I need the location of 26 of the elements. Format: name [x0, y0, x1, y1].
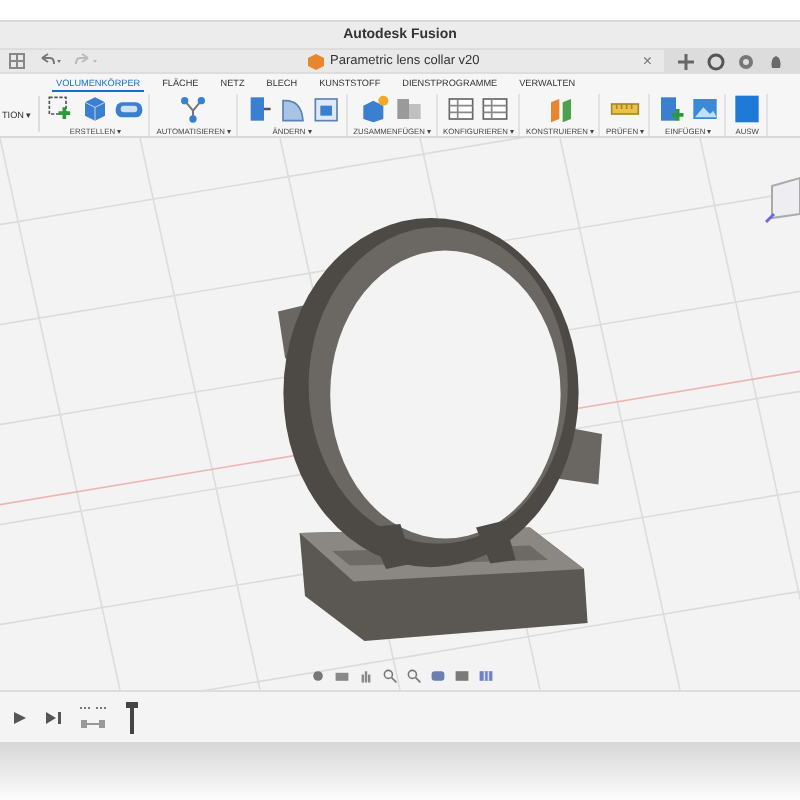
blocks-icon[interactable]	[394, 93, 425, 123]
insert-icon[interactable]	[656, 93, 687, 123]
table-icon[interactable]	[480, 93, 511, 123]
image-icon[interactable]	[690, 93, 721, 123]
panel-icon[interactable]	[732, 93, 763, 123]
display-icon[interactable]	[430, 668, 446, 684]
refresh-icon[interactable]	[706, 51, 726, 71]
plus-icon[interactable]	[676, 51, 696, 71]
bell-icon[interactable]	[766, 51, 786, 71]
close-button[interactable]: ×	[642, 52, 652, 70]
view-cube-icon[interactable]	[764, 174, 800, 226]
table-icon[interactable]	[446, 93, 477, 123]
zoom-icon[interactable]	[382, 668, 398, 684]
cube-icon	[308, 53, 324, 69]
play-icon[interactable]	[12, 709, 28, 725]
square-icon[interactable]	[311, 93, 342, 123]
timeline-features-icon[interactable]	[78, 703, 110, 731]
undo-icon[interactable]	[38, 52, 62, 70]
zoom-icon[interactable]	[406, 668, 422, 684]
planes-icon[interactable]	[545, 93, 576, 123]
cube-icon[interactable]	[360, 93, 391, 123]
nodes-icon[interactable]	[178, 93, 209, 123]
cube-icon[interactable]	[80, 93, 111, 123]
viewports-icon[interactable]	[478, 668, 494, 684]
timeline-marker-icon[interactable]	[126, 701, 138, 733]
skip-end-icon[interactable]	[44, 709, 62, 725]
